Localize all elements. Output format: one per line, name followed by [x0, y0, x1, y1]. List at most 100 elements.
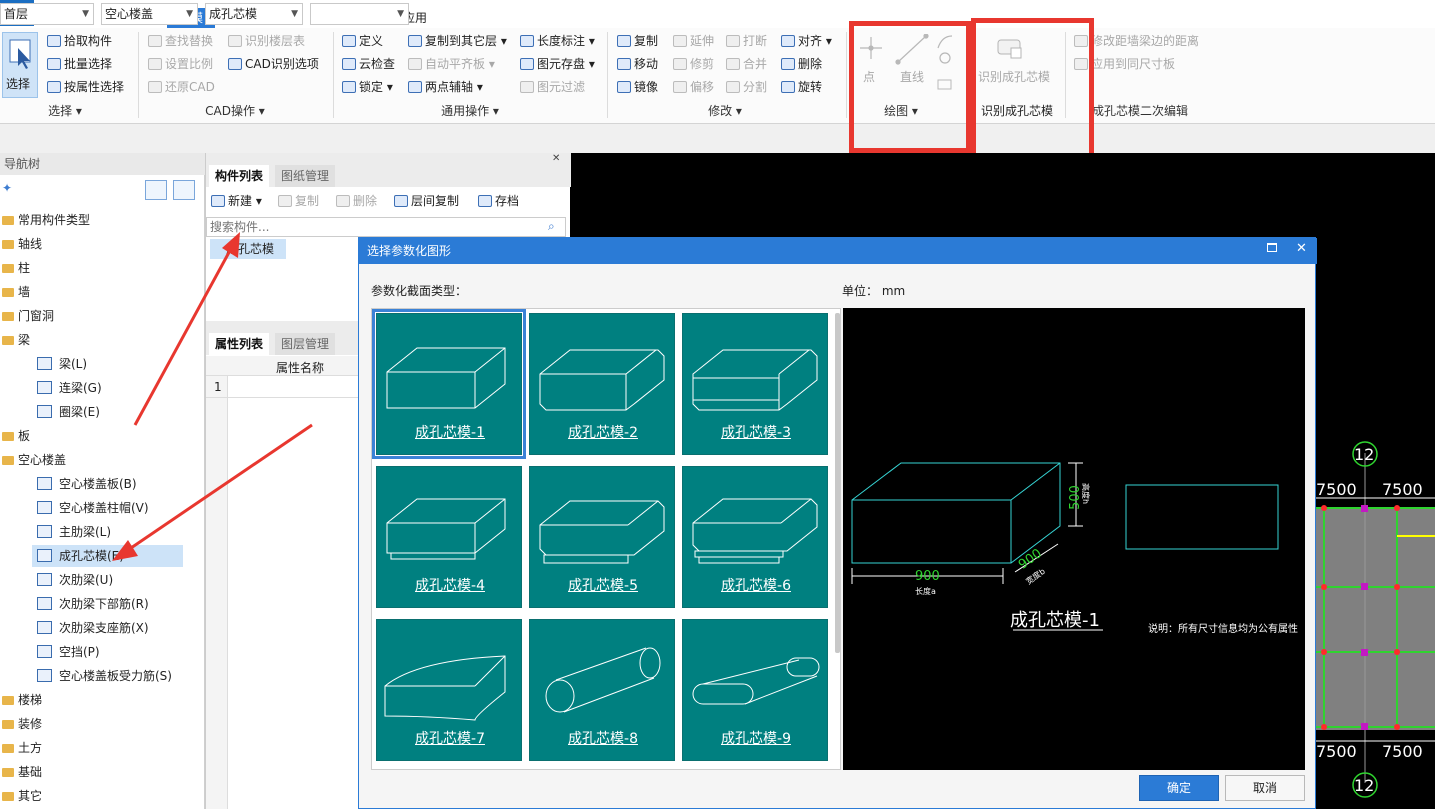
- tree-label: 其它: [18, 789, 43, 803]
- group-separator: [846, 32, 847, 118]
- shape-label: 成孔芯模-1: [415, 425, 485, 441]
- element-filter-button[interactable]: 图元过滤: [520, 78, 585, 96]
- shape-option[interactable]: 成孔芯模-8: [529, 619, 675, 761]
- delete-icon: [781, 58, 795, 70]
- component-icon: [37, 669, 52, 682]
- dialog-title: 选择参数化图形: [359, 238, 1317, 264]
- shape-label: 成孔芯模-7: [415, 731, 485, 747]
- break-button[interactable]: 打断: [726, 32, 767, 50]
- shape-label: 成孔芯模-6: [721, 578, 791, 594]
- dim-label-bottom-right: 7500: [1382, 742, 1423, 761]
- preview-note: 说明：所有尺寸信息均为公有属性: [1148, 624, 1298, 635]
- move-icon: [617, 58, 631, 70]
- tree-folder[interactable]: 楼梯: [0, 689, 204, 711]
- shape-option[interactable]: 成孔芯模-9: [682, 619, 828, 761]
- folder-icon: [2, 744, 14, 753]
- dim-length-value: 900: [915, 569, 940, 584]
- dim-label-top-left: 7500: [1316, 480, 1357, 499]
- save-icon: [520, 58, 534, 70]
- save-element-button[interactable]: 图元存盘 ▾: [520, 55, 595, 73]
- annotation-arrows: [112, 232, 313, 561]
- offset-button[interactable]: 偏移: [673, 78, 714, 96]
- trim-icon: [673, 58, 687, 70]
- close-icon[interactable]: ✕: [1296, 241, 1307, 256]
- merge-button[interactable]: 合并: [726, 55, 767, 73]
- general-group-label[interactable]: 通用操作 ▾: [425, 102, 515, 119]
- copy-to-floor-button[interactable]: 复制到其它层 ▾: [408, 32, 507, 50]
- dim-length-label: 长度a: [915, 587, 936, 596]
- mirror-icon: [617, 81, 631, 93]
- ok-button[interactable]: 确定: [1139, 775, 1219, 801]
- scrollbar[interactable]: [835, 313, 840, 653]
- folder-icon: [2, 768, 14, 777]
- shape-label: 成孔芯模-5: [568, 578, 638, 594]
- delete-button[interactable]: 删除: [781, 55, 822, 73]
- tree-folder[interactable]: 基础: [0, 761, 204, 783]
- copy-button[interactable]: 复制: [617, 32, 658, 50]
- preview-shape-name: 成孔芯模-1: [1010, 610, 1100, 631]
- shape-option[interactable]: 成孔芯模-7: [376, 619, 522, 761]
- tree-label: 空挡(P): [59, 645, 100, 659]
- move-button[interactable]: 移动: [617, 55, 658, 73]
- archive-icon: [478, 195, 492, 207]
- tree-label: 楼梯: [18, 693, 43, 707]
- search-icon[interactable]: ⌕: [548, 219, 555, 234]
- length-dimension-button[interactable]: 长度标注 ▾: [520, 32, 595, 50]
- dim-label-top-right: 7500: [1382, 480, 1423, 499]
- shape-label: 成孔芯模-4: [415, 578, 485, 594]
- component-icon: [37, 645, 52, 658]
- trim-button[interactable]: 修剪: [673, 55, 714, 73]
- copy-icon: [617, 35, 631, 47]
- align-button[interactable]: 对齐 ▾: [781, 32, 832, 50]
- split-button[interactable]: 分割: [726, 78, 767, 96]
- unit-label: 单位： mm: [842, 284, 906, 298]
- tree-label: 空心楼盖板受力筋(S): [59, 669, 172, 683]
- shape-label: 成孔芯模-9: [721, 731, 791, 747]
- shape-label: 成孔芯模-8: [568, 731, 638, 747]
- extend-icon: [673, 35, 687, 47]
- mirror-button[interactable]: 镜像: [617, 78, 658, 96]
- tree-item[interactable]: 空心楼盖板受力筋(S): [32, 665, 183, 687]
- maximize-icon[interactable]: [1267, 243, 1277, 252]
- folder-icon: [2, 792, 14, 801]
- dim-height-label: 高度h: [1081, 482, 1091, 505]
- highlight-box-draw: [849, 21, 971, 153]
- archive-button[interactable]: 存档: [478, 192, 519, 210]
- offset-icon: [673, 81, 687, 93]
- shape-option[interactable]: 成孔芯模-3: [682, 313, 828, 455]
- shape-option[interactable]: 成孔芯模-5: [529, 466, 675, 608]
- rotate-button[interactable]: 旋转: [781, 78, 822, 96]
- shape-option[interactable]: 成孔芯模-4: [376, 466, 522, 608]
- folder-icon: [2, 696, 14, 705]
- tree-label: 土方: [18, 741, 43, 755]
- group-separator: [607, 32, 608, 118]
- axis-label-bottom: 12: [1354, 776, 1375, 795]
- cancel-button[interactable]: 取消: [1225, 775, 1305, 801]
- shape-label: 成孔芯模-3: [721, 425, 791, 441]
- shape-grid: 成孔芯模-1 成孔芯模-2 成孔芯模-3 成孔芯模-4 成孔芯模-5 成孔芯模-6 成孔芯模…: [371, 308, 841, 770]
- tree-item[interactable]: 空挡(P): [32, 641, 183, 663]
- second-edit-group-label: 成孔芯模二次编辑: [1091, 104, 1188, 118]
- modify-group-label[interactable]: 修改 ▾: [695, 102, 755, 119]
- filter-icon: [520, 81, 534, 93]
- shape-option[interactable]: 成孔芯模-2: [529, 313, 675, 455]
- folder-icon: [2, 720, 14, 729]
- auto-flat-slab-button[interactable]: 自动平齐板 ▾: [408, 55, 495, 73]
- merge-icon: [726, 58, 740, 70]
- tree-label: 基础: [18, 765, 43, 779]
- extend-button[interactable]: 延伸: [673, 32, 714, 50]
- tree-folder[interactable]: 土方: [0, 737, 204, 759]
- close-panel-icon[interactable]: ✕: [552, 153, 560, 164]
- break-icon: [726, 35, 740, 47]
- tree-folder[interactable]: 其它: [0, 785, 204, 807]
- shape-option[interactable]: 成孔芯模-1: [372, 309, 526, 459]
- highlight-box-identify: [971, 18, 1094, 163]
- tree-label: 装修: [18, 717, 43, 731]
- split-icon: [726, 81, 740, 93]
- shape-label: 成孔芯模-2: [568, 425, 638, 441]
- dim-label-bottom-left: 7500: [1316, 742, 1357, 761]
- align-icon: [781, 35, 795, 47]
- section-type-label: 参数化截面类型：: [371, 284, 468, 298]
- tree-folder[interactable]: 装修: [0, 713, 204, 735]
- shape-option[interactable]: 成孔芯模-6: [682, 466, 828, 608]
